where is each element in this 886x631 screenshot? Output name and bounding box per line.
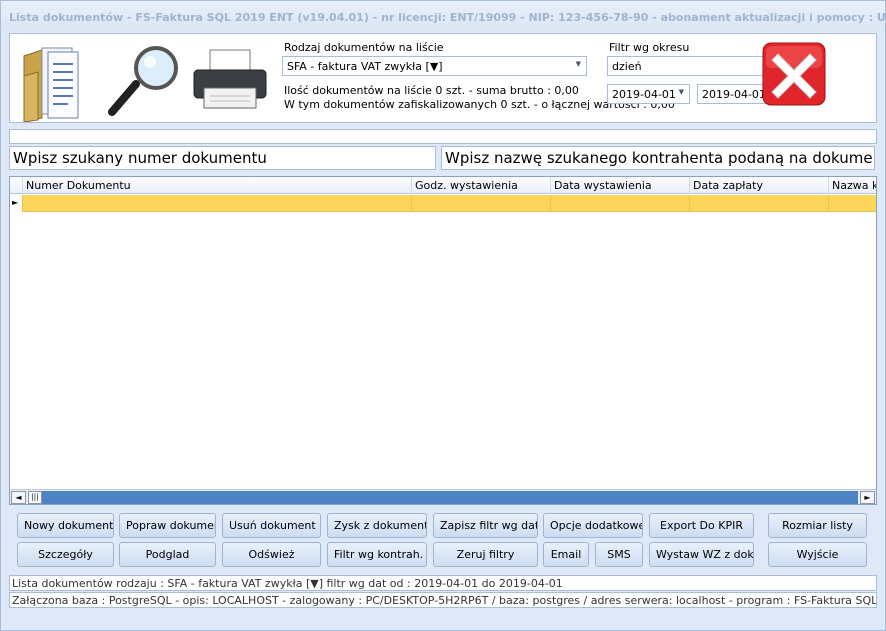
preview-button[interactable]: Podglad — [119, 542, 216, 567]
document-profit-button[interactable]: Zysk z dokumentu — [327, 513, 427, 538]
status-line-1: Lista dokumentów rodzaju : SFA - faktura… — [9, 575, 877, 591]
scroll-left-icon[interactable]: ◄ — [11, 491, 26, 504]
row-indicator-icon: ► — [12, 198, 19, 207]
column-header[interactable]: Data wystawienia — [550, 177, 689, 194]
close-icon[interactable] — [762, 42, 828, 106]
table-row[interactable]: ► — [10, 195, 876, 212]
chevron-down-icon: ▼ — [575, 60, 581, 68]
period-label: Filtr wg okresu — [609, 41, 690, 54]
status-line-2: Załączona baza : PostgreSQL - opis: LOCA… — [9, 592, 877, 608]
save-date-filter-button[interactable]: Zapisz filtr wg dat — [433, 513, 538, 538]
refresh-button[interactable]: Odśwież — [222, 542, 321, 567]
delete-document-button[interactable]: Usuń dokument — [222, 513, 321, 538]
filter-contractor-button[interactable]: Filtr wg kontrah. — [327, 542, 427, 567]
new-document-button[interactable]: Nowy dokument — [17, 513, 114, 538]
column-header[interactable]: Nazwa ko — [828, 177, 876, 194]
count-info: Ilość dokumentów na liście 0 szt. - suma… — [284, 84, 579, 97]
details-button[interactable]: Szczegóły — [17, 542, 114, 567]
list-size-button[interactable]: Rozmiar listy — [768, 513, 867, 538]
doc-type-select[interactable]: SFA - faktura VAT zwykła [▼] ▼ — [282, 56, 587, 76]
column-header[interactable]: Godz. wystawienia — [411, 177, 550, 194]
documents-icon[interactable] — [20, 42, 86, 123]
filter-panel: Rodzaj dokumentów na liście SFA - faktur… — [9, 33, 877, 123]
doc-number-search-input[interactable]: Wpisz szukany numer dokumentu — [9, 146, 436, 170]
exit-button[interactable]: Wyjście — [768, 542, 867, 567]
table-header: Numer Dokumentu Godz. wystawienia Data w… — [10, 177, 876, 194]
magnifier-icon[interactable] — [106, 44, 186, 116]
issue-wz-button[interactable]: Wystaw WZ z dok. — [649, 542, 754, 567]
main-window: Lista dokumentów - FS-Faktura SQL 2019 E… — [0, 0, 886, 631]
chevron-down-icon: ▼ — [678, 88, 684, 96]
date-from-picker[interactable]: 2019-04-01 ▼ — [607, 84, 690, 104]
contractor-search-input[interactable]: Wpisz nazwę szukanego kontrahenta podaną… — [441, 146, 875, 170]
table-cell[interactable] — [22, 195, 411, 212]
doc-type-label: Rodzaj dokumentów na liście — [284, 41, 444, 54]
sms-button[interactable]: SMS — [595, 542, 643, 567]
table-cell[interactable] — [411, 195, 550, 212]
date-from-value: 2019-04-01 — [612, 88, 676, 101]
column-header[interactable]: Numer Dokumentu — [22, 177, 411, 194]
date-to-value: 2019-04-01 — [702, 88, 766, 101]
row-indicator-header — [10, 177, 22, 194]
scroll-thumb[interactable]: ||| — [28, 491, 42, 504]
reset-filters-button[interactable]: Zeruj filtry — [433, 542, 538, 567]
info-strip — [9, 129, 877, 144]
scroll-right-icon[interactable]: ► — [860, 491, 875, 504]
doc-type-value: SFA - faktura VAT zwykła [▼] — [287, 60, 443, 73]
column-header[interactable]: Data zapłaty — [689, 177, 828, 194]
printer-icon[interactable] — [190, 48, 270, 112]
extra-options-button[interactable]: Opcje dodatkowe — [543, 513, 643, 538]
period-value: dzień — [612, 60, 642, 73]
horizontal-scrollbar[interactable]: ◄ ||| ► — [10, 489, 876, 504]
scroll-track[interactable] — [28, 491, 858, 504]
documents-table[interactable]: Numer Dokumentu Godz. wystawienia Data w… — [9, 176, 877, 505]
export-kpir-button[interactable]: Export Do KPIR — [649, 513, 754, 538]
period-select[interactable]: dzień ▼ — [607, 56, 779, 76]
table-cell[interactable] — [828, 195, 876, 212]
email-button[interactable]: Email — [543, 542, 589, 567]
table-cell[interactable] — [689, 195, 828, 212]
edit-document-button[interactable]: Popraw dokument — [119, 513, 216, 538]
table-cell[interactable] — [550, 195, 689, 212]
title-bar: Lista dokumentów - FS-Faktura SQL 2019 E… — [1, 1, 885, 31]
